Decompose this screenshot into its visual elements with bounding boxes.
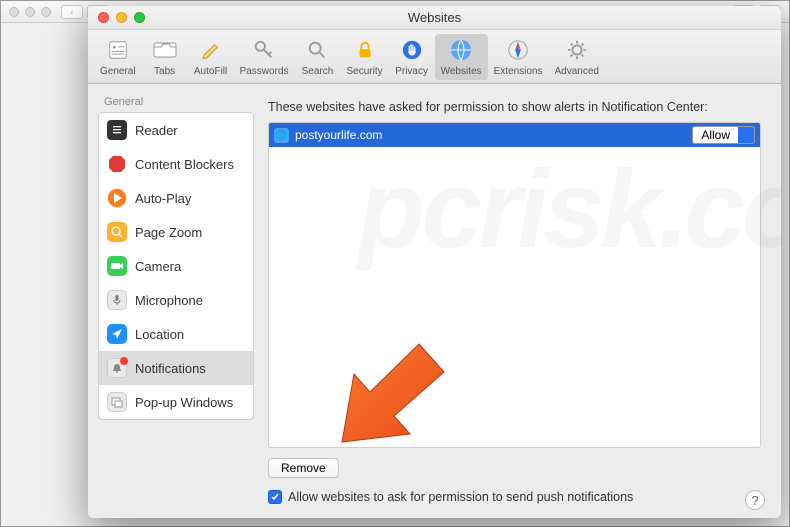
search-icon	[303, 36, 331, 64]
outer-min-icon	[25, 7, 35, 17]
chevron-updown-icon	[738, 127, 754, 143]
sidebar: General Reader Content Blockers	[88, 84, 264, 518]
main-panel: These websites have asked for permission…	[264, 84, 781, 518]
toolbar-label: Tabs	[154, 66, 175, 77]
sidebar-label: Content Blockers	[135, 157, 234, 172]
permission-select[interactable]: Allow	[692, 126, 755, 144]
toolbar-label: General	[100, 66, 136, 77]
website-domain: postyourlife.com	[295, 128, 382, 142]
outer-max-icon	[41, 7, 51, 17]
gear-icon	[104, 36, 132, 64]
toolbar-label: Websites	[441, 66, 482, 77]
sidebar-label: Camera	[135, 259, 181, 274]
reader-icon	[107, 120, 127, 140]
toolbar-advanced[interactable]: Advanced	[548, 34, 604, 80]
toolbar-label: Passwords	[240, 66, 289, 77]
toolbar-security[interactable]: Security	[340, 34, 388, 80]
toolbar-tabs[interactable]: Tabs	[142, 34, 188, 80]
sidebar-label: Microphone	[135, 293, 203, 308]
window-title: Websites	[88, 10, 781, 25]
toolbar-label: Search	[302, 66, 334, 77]
sidebar-header: General	[98, 94, 254, 112]
outer-close-icon	[9, 7, 19, 17]
popup-icon	[107, 392, 127, 412]
lock-icon	[351, 36, 379, 64]
panel-description: These websites have asked for permission…	[268, 100, 761, 114]
sidebar-label: Auto-Play	[135, 191, 191, 206]
hand-icon	[398, 36, 426, 64]
sidebar-item-notifications[interactable]: Notifications	[99, 351, 253, 385]
toolbar-label: Advanced	[554, 66, 598, 77]
sidebar-item-microphone[interactable]: Microphone	[99, 283, 253, 317]
sidebar-list: Reader Content Blockers Auto-Play	[98, 112, 254, 420]
sidebar-label: Location	[135, 327, 184, 342]
zoom-icon	[107, 222, 127, 242]
sidebar-label: Page Zoom	[135, 225, 202, 240]
toolbar-autofill[interactable]: AutoFill	[188, 34, 234, 80]
compass-icon	[504, 36, 532, 64]
toolbar-label: Security	[346, 66, 382, 77]
sidebar-label: Notifications	[135, 361, 206, 376]
toolbar-websites[interactable]: Websites	[435, 34, 488, 80]
pencil-icon	[197, 36, 225, 64]
toolbar-search[interactable]: Search	[294, 34, 340, 80]
play-icon	[107, 188, 127, 208]
microphone-icon	[107, 290, 127, 310]
favicon-icon	[274, 128, 289, 143]
toolbar-label: Extensions	[494, 66, 543, 77]
preferences-window: Websites General Tabs AutoFill	[88, 6, 781, 518]
sidebar-label: Reader	[135, 123, 178, 138]
gears-icon	[563, 36, 591, 64]
bell-icon	[107, 358, 127, 378]
sidebar-label: Pop-up Windows	[135, 395, 233, 410]
website-row[interactable]: postyourlife.com Allow	[269, 123, 760, 147]
arrow-annotation-icon	[324, 334, 454, 454]
sidebar-item-content-blockers[interactable]: Content Blockers	[99, 147, 253, 181]
remove-button[interactable]: Remove	[268, 458, 339, 478]
key-icon	[250, 36, 278, 64]
tabs-icon	[151, 36, 179, 64]
stop-icon	[107, 154, 127, 174]
sidebar-item-autoplay[interactable]: Auto-Play	[99, 181, 253, 215]
toolbar-label: AutoFill	[194, 66, 227, 77]
toolbar-passwords[interactable]: Passwords	[234, 34, 295, 80]
checkbox-label: Allow websites to ask for permission to …	[288, 490, 633, 504]
help-button[interactable]: ?	[745, 490, 765, 510]
toolbar: General Tabs AutoFill Passwords Search	[88, 30, 781, 84]
allow-checkbox-row[interactable]: Allow websites to ask for permission to …	[268, 490, 761, 504]
location-icon	[107, 324, 127, 344]
checkbox-checked-icon[interactable]	[268, 490, 282, 504]
toolbar-general[interactable]: General	[94, 34, 142, 80]
back-icon: ‹	[61, 5, 83, 19]
permission-value: Allow	[693, 127, 738, 143]
toolbar-privacy[interactable]: Privacy	[389, 34, 435, 80]
sidebar-item-camera[interactable]: Camera	[99, 249, 253, 283]
outer-traffic-lights	[9, 7, 51, 17]
content-area: General Reader Content Blockers	[88, 84, 781, 518]
toolbar-extensions[interactable]: Extensions	[488, 34, 549, 80]
globe-icon	[447, 36, 475, 64]
pref-titlebar: Websites	[88, 6, 781, 30]
sidebar-item-location[interactable]: Location	[99, 317, 253, 351]
sidebar-item-popup-windows[interactable]: Pop-up Windows	[99, 385, 253, 419]
toolbar-label: Privacy	[395, 66, 428, 77]
sidebar-item-page-zoom[interactable]: Page Zoom	[99, 215, 253, 249]
button-row: Remove	[268, 458, 761, 478]
sidebar-item-reader[interactable]: Reader	[99, 113, 253, 147]
camera-icon	[107, 256, 127, 276]
